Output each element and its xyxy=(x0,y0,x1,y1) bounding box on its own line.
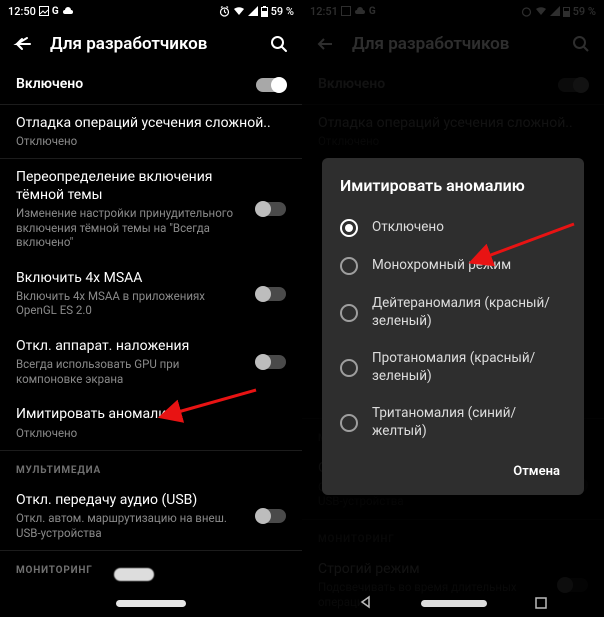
row-dark-override[interactable]: Переопределение включения тёмной темы Из… xyxy=(0,159,302,259)
radio-option-protanomaly[interactable]: Протаномалия (красный/зеленый) xyxy=(340,340,566,395)
anomaly-dialog: Имитировать аномалию Отключено Монохромн… xyxy=(322,158,584,495)
toggle-enabled[interactable] xyxy=(256,78,286,92)
row-title: Включено xyxy=(16,76,244,94)
row-trim-debug[interactable]: Отладка операций усечения сложной.. Откл… xyxy=(0,105,302,159)
toggle-msaa[interactable] xyxy=(256,287,286,301)
left-screenshot: 12:50 G 59 % xyxy=(0,0,302,617)
row-enabled[interactable]: Включено xyxy=(0,66,302,104)
radio-option-disabled[interactable]: Отключено xyxy=(340,209,566,247)
radio-option-monochrome[interactable]: Монохромный режим xyxy=(340,247,566,285)
toggle-usb-audio[interactable] xyxy=(256,509,286,523)
cloud-icon xyxy=(62,7,74,16)
dialog-cancel-button[interactable]: Отмена xyxy=(507,456,566,487)
row-simulate-anomaly[interactable]: Имитировать аномалию Отключено xyxy=(0,396,302,450)
right-screenshot: 12:51 G 59 % Для разработчиков Включено xyxy=(302,0,604,617)
battery-icon xyxy=(261,6,268,17)
toggle-dark-override[interactable] xyxy=(256,202,286,216)
nav-home-pill[interactable] xyxy=(421,600,487,607)
row-sub: Отключено xyxy=(16,134,286,148)
row-title: Откл. аппарат. наложения xyxy=(16,338,244,356)
row-hw-overlay[interactable]: Откл. аппарат. наложения Всегда использо… xyxy=(0,328,302,396)
radio-icon xyxy=(340,257,358,275)
toggle-hw-overlay[interactable] xyxy=(256,355,286,369)
radio-label: Дейтераномалия (красный/зеленый) xyxy=(372,295,566,330)
row-sub: Откл. автом. маршрутизацию на внеш. USB-… xyxy=(16,511,244,540)
nav-recent-icon[interactable] xyxy=(535,594,547,613)
row-msaa[interactable]: Включить 4x MSAA Включить 4x MSAA в прил… xyxy=(0,260,302,328)
nav-bar xyxy=(302,589,604,617)
row-sub: Изменение настройки принудительного вклю… xyxy=(16,206,244,249)
radio-label: Тританомалия (синий/желтый) xyxy=(372,405,566,440)
nav-bar xyxy=(0,589,302,617)
row-title: Откл. передачу аудио (USB) xyxy=(16,492,244,510)
row-sub: Всегда использовать GPU при компоновке э… xyxy=(16,357,244,386)
status-time: 12:50 xyxy=(8,5,36,18)
category-multimedia: МУЛЬТИМЕДИА xyxy=(0,451,302,482)
radio-icon xyxy=(340,359,358,377)
wifi-icon xyxy=(233,6,245,16)
radio-option-deuteranomaly[interactable]: Дейтераномалия (красный/зеленый) xyxy=(340,285,566,340)
status-bar: 12:50 G 59 % xyxy=(0,0,302,22)
page-title: Для разработчиков xyxy=(50,34,252,54)
radio-label: Монохромный режим xyxy=(372,257,511,275)
row-title: Имитировать аномалию xyxy=(16,406,286,424)
redaction-pill xyxy=(114,568,154,581)
row-sub: Отключено xyxy=(16,426,286,440)
row-title: Отладка операций усечения сложной.. xyxy=(16,115,286,133)
row-usb-audio[interactable]: Откл. передачу аудио (USB) Откл. автом. … xyxy=(0,482,302,550)
image-icon xyxy=(39,6,49,16)
app-bar: Для разработчиков xyxy=(0,22,302,66)
nav-back-icon[interactable] xyxy=(359,594,373,613)
radio-icon xyxy=(340,219,358,237)
dialog-title: Имитировать аномалию xyxy=(340,176,566,195)
google-icon: G xyxy=(52,6,59,17)
radio-label: Отключено xyxy=(372,219,444,237)
alarm-icon xyxy=(219,6,230,17)
row-title: Включить 4x MSAA xyxy=(16,270,244,288)
back-button[interactable] xyxy=(12,33,34,55)
row-sub: Включить 4x MSAA в приложениях OpenGL ES… xyxy=(16,289,244,318)
radio-option-tritanomaly[interactable]: Тританомалия (синий/желтый) xyxy=(340,395,566,450)
radio-icon xyxy=(340,304,358,322)
radio-icon xyxy=(340,414,358,432)
signal-icon xyxy=(248,6,258,16)
radio-label: Протаномалия (красный/зеленый) xyxy=(372,350,566,385)
search-button[interactable] xyxy=(268,33,290,55)
row-title: Переопределение включения тёмной темы xyxy=(16,169,244,204)
status-battery: 59 % xyxy=(271,5,294,18)
nav-home-pill[interactable] xyxy=(116,600,186,607)
